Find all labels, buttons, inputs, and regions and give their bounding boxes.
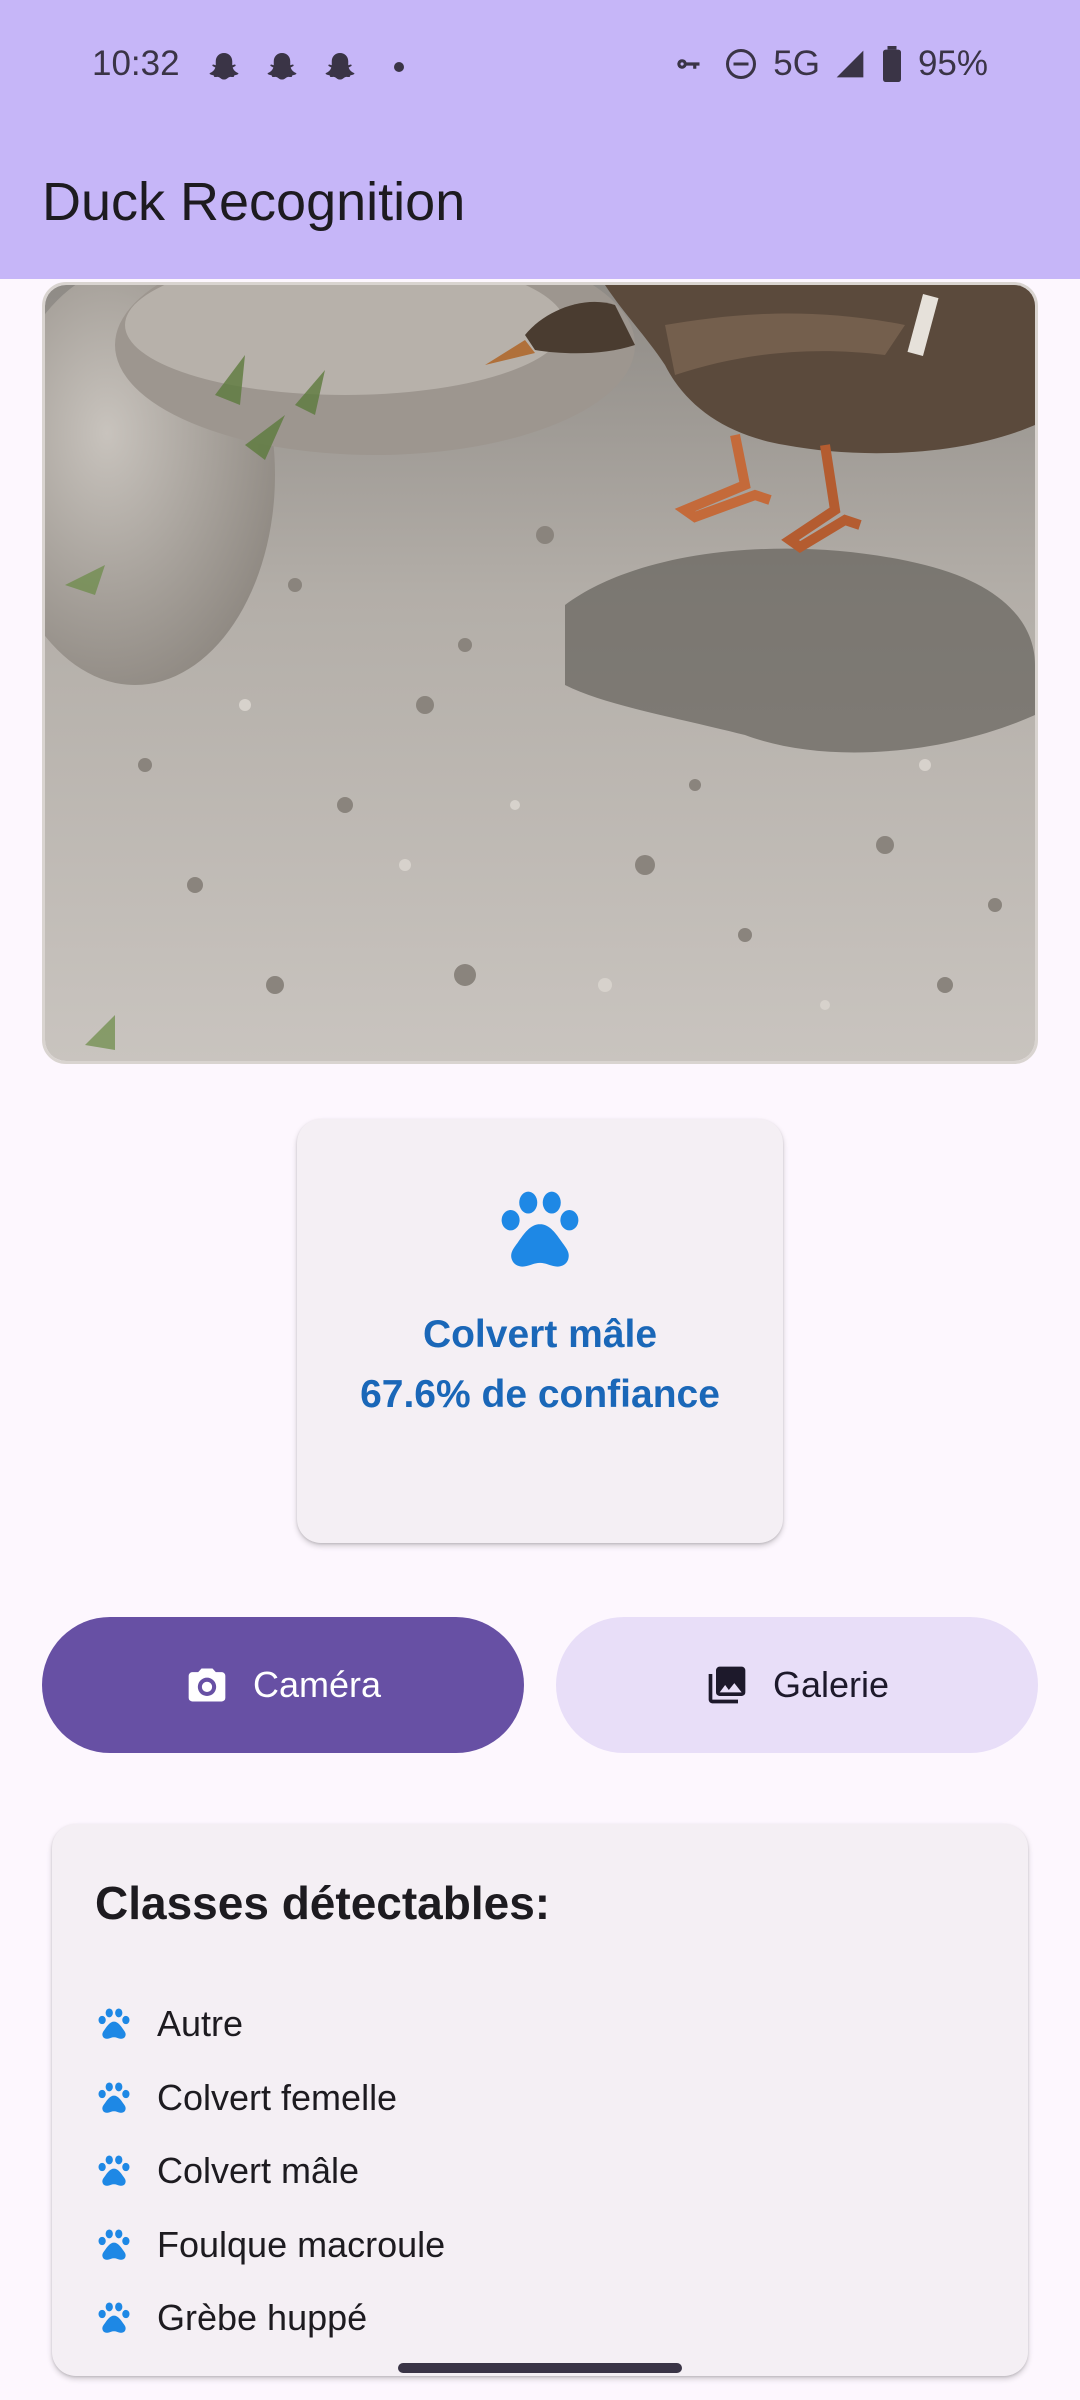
paw-icon — [98, 2229, 130, 2260]
status-right-icons: 5G 95% — [671, 44, 988, 84]
signal-icon — [836, 50, 864, 78]
paw-icon — [501, 1191, 579, 1267]
class-label: Foulque macroule — [157, 2224, 446, 2265]
class-label: Grèbe huppé — [157, 2297, 368, 2338]
do-not-disturb-icon — [726, 49, 757, 79]
camera-button-label: Caméra — [252, 1664, 382, 1705]
snapchat-icon — [209, 53, 239, 80]
home-indicator[interactable] — [398, 2363, 682, 2373]
battery-icon — [882, 46, 901, 82]
battery-percent: 95% — [917, 44, 988, 83]
status-time: 10:32 — [92, 44, 180, 83]
list-item: Colvert mâle — [95, 2141, 359, 2201]
result-card: Colvert mâle 67.6% de confiance — [297, 1119, 783, 1543]
class-label: Autre — [157, 2003, 244, 2044]
camera-icon — [188, 1668, 226, 1702]
notification-dot — [394, 62, 404, 72]
duck-photo-illustration — [45, 285, 1035, 1061]
classes-card: Classes détectables: Autre Colvert femel… — [52, 1824, 1028, 2376]
gallery-button-label: Galerie — [772, 1664, 890, 1705]
class-label: Colvert femelle — [157, 2077, 398, 2118]
snapchat-icon — [325, 53, 355, 80]
app-title: Duck Recognition — [42, 172, 466, 232]
camera-button[interactable]: Caméra — [42, 1617, 524, 1753]
app-bar: Duck Recognition — [0, 135, 1080, 279]
paw-icon — [98, 2082, 130, 2113]
paw-icon — [98, 2155, 130, 2186]
result-confidence: 67.6% de confiance — [360, 1373, 720, 1416]
vpn-key-icon — [677, 59, 700, 69]
paw-icon — [98, 2008, 130, 2039]
list-item: Grèbe huppé — [95, 2288, 367, 2348]
class-label: Colvert mâle — [157, 2150, 360, 2191]
gallery-button[interactable]: Galerie — [556, 1617, 1038, 1753]
classes-title: Classes détectables: — [95, 1877, 551, 1929]
snapchat-icon — [267, 53, 297, 80]
status-bar: 10:32 5G 95% — [0, 0, 1080, 135]
duck-photo — [42, 282, 1038, 1064]
photo-library-icon — [708, 1666, 746, 1704]
list-item: Autre — [95, 1994, 243, 2054]
paw-icon — [98, 2302, 130, 2333]
network-type: 5G — [773, 44, 820, 83]
result-label: Colvert mâle — [422, 1313, 658, 1356]
list-item: Colvert femelle — [95, 2068, 397, 2128]
list-item: Foulque macroule — [95, 2215, 445, 2275]
